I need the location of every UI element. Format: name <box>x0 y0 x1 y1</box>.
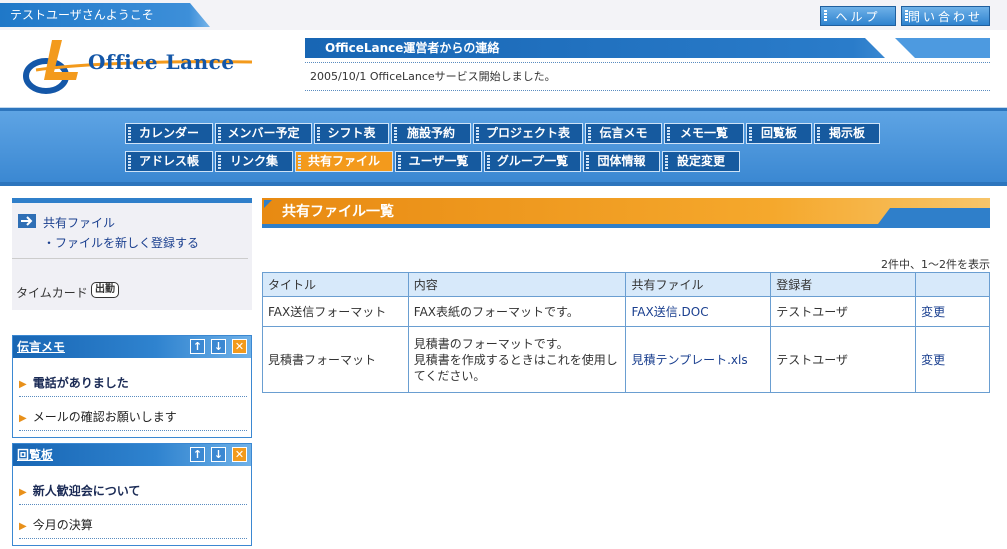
sidebar-register-file-link[interactable]: ・ファイルを新しく登録する <box>43 234 199 251</box>
move-up-icon[interactable]: ↑ <box>190 339 205 354</box>
circular-item[interactable]: ▶ 新人歓迎会について <box>19 482 140 499</box>
notice-divider-top <box>305 62 990 63</box>
memo-divider <box>19 396 247 397</box>
edit-link[interactable]: 変更 <box>915 296 990 327</box>
circular-item-label: 今月の決算 <box>32 518 93 532</box>
memo-divider <box>19 430 247 431</box>
cell-content: 見積書のフォーマットです。 見積書を作成するときはこれを使用してください。 <box>407 326 627 393</box>
nav-address-book[interactable]: アドレス帳 <box>125 151 213 172</box>
welcome-message: テストユーザさんようこそ <box>0 3 210 27</box>
triangle-right-icon: ▶ <box>19 379 27 390</box>
notice-divider-bottom <box>305 90 990 91</box>
triangle-right-icon: ▶ <box>19 413 27 424</box>
cell-owner: テストユーザ <box>770 296 917 327</box>
office-lance-logo[interactable]: Office Lance <box>22 36 262 100</box>
shared-files-table: タイトル 内容 共有ファイル 登録者 FAX送信フォーマット FAX表紙のフォー… <box>262 272 990 393</box>
nav-links[interactable]: リンク集 <box>215 151 293 172</box>
main-nav: カレンダー メンバー予定 シフト表 施設予約 プロジェクト表 伝言メモ メモ一覧… <box>0 108 1007 186</box>
nav-shift[interactable]: シフト表 <box>314 123 389 144</box>
close-icon[interactable]: ✕ <box>232 447 247 462</box>
cell-content: FAX表紙のフォーマットです。 <box>407 296 627 327</box>
notice-text: 2005/10/1 OfficeLanceサービス開始しました。 <box>310 70 556 83</box>
move-down-icon[interactable]: ↓ <box>211 447 226 462</box>
cell-title: FAX送信フォーマット <box>262 296 409 327</box>
column-header-action <box>915 272 990 297</box>
nav-memo[interactable]: 伝言メモ <box>585 123 662 144</box>
nav-calendar[interactable]: カレンダー <box>125 123 213 144</box>
header: Office Lance OfficeLance運営者からの連絡 2005/10… <box>0 30 1007 108</box>
column-header-content: 内容 <box>407 272 627 297</box>
timecard-label: タイムカード <box>16 286 88 300</box>
table-header-row: タイトル 内容 共有ファイル 登録者 <box>262 272 990 297</box>
memo-item[interactable]: ▶ 電話がありました <box>19 374 129 391</box>
memo-item-label: 電話がありました <box>32 376 129 390</box>
circular-panel-title[interactable]: 回覧板 <box>17 448 53 462</box>
nav-shared-files[interactable]: 共有ファイル <box>295 151 393 172</box>
cell-title: 見積書フォーマット <box>262 326 409 393</box>
memo-item[interactable]: ▶ メールの確認お願いします <box>19 408 177 425</box>
nav-bulletin[interactable]: 掲示板 <box>814 123 880 144</box>
notice-title-decoration <box>895 38 990 58</box>
top-bar: テストユーザさんようこそ ヘルプ 問い合わせ <box>0 0 1007 30</box>
result-count: 2件中、1〜2件を表示 <box>881 258 990 271</box>
cell-file-link[interactable]: FAX送信.DOC <box>625 296 772 327</box>
cell-file-link[interactable]: 見積テンプレート.xls <box>625 326 772 393</box>
nav-circular[interactable]: 回覧板 <box>746 123 812 144</box>
nav-memo-list[interactable]: メモ一覧 <box>664 123 744 144</box>
sidebar-accent-bar <box>12 198 252 203</box>
nav-settings[interactable]: 設定変更 <box>662 151 740 172</box>
column-header-title: タイトル <box>262 272 409 297</box>
circular-divider <box>19 538 247 539</box>
triangle-right-icon: ▶ <box>19 487 27 498</box>
help-button[interactable]: ヘルプ <box>820 6 896 26</box>
circular-panel-header: 回覧板 ↑ ↓ ✕ <box>13 444 251 466</box>
memo-panel: 伝言メモ ↑ ↓ ✕ ▶ 電話がありました ▶ メールの確認お願いします <box>12 335 252 438</box>
arrow-right-icon <box>18 214 36 228</box>
nav-organization-info[interactable]: 団体情報 <box>583 151 660 172</box>
nav-member-schedule[interactable]: メンバー予定 <box>215 123 312 144</box>
nav-facility-reservation[interactable]: 施設予約 <box>391 123 471 144</box>
sidebar-divider <box>12 258 248 259</box>
notice-title: OfficeLance運営者からの連絡 <box>305 38 885 58</box>
nav-group-list[interactable]: グループ一覧 <box>484 151 581 172</box>
nav-user-list[interactable]: ユーザ一覧 <box>395 151 482 172</box>
contact-button[interactable]: 問い合わせ <box>901 6 990 26</box>
column-header-owner: 登録者 <box>770 272 917 297</box>
circular-item-label: 新人歓迎会について <box>32 484 141 498</box>
sidebar-menu: 共有ファイル ・ファイルを新しく登録する タイムカード 出勤 <box>12 198 252 310</box>
memo-item-label: メールの確認お願いします <box>32 410 177 424</box>
table-row: FAX送信フォーマット FAX表紙のフォーマットです。 FAX送信.DOC テス… <box>262 296 990 327</box>
logo-text: Office Lance <box>88 50 235 74</box>
page-title-decoration <box>875 208 990 228</box>
triangle-right-icon: ▶ <box>19 521 27 532</box>
sidebar-shared-files-link[interactable]: 共有ファイル <box>43 214 115 231</box>
punch-in-button[interactable]: 出勤 <box>91 282 119 298</box>
move-down-icon[interactable]: ↓ <box>211 339 226 354</box>
column-header-file: 共有ファイル <box>625 272 772 297</box>
move-up-icon[interactable]: ↑ <box>190 447 205 462</box>
circular-panel: 回覧板 ↑ ↓ ✕ ▶ 新人歓迎会について ▶ 今月の決算 <box>12 443 252 546</box>
cell-owner: テストユーザ <box>770 326 917 393</box>
nav-project[interactable]: プロジェクト表 <box>473 123 583 144</box>
memo-panel-title[interactable]: 伝言メモ <box>17 340 65 354</box>
table-row: 見積書フォーマット 見積書のフォーマットです。 見積書を作成するときはこれを使用… <box>262 326 990 393</box>
edit-link[interactable]: 変更 <box>915 326 990 393</box>
circular-item[interactable]: ▶ 今月の決算 <box>19 516 93 533</box>
close-icon[interactable]: ✕ <box>232 339 247 354</box>
circular-divider <box>19 504 247 505</box>
memo-panel-header: 伝言メモ ↑ ↓ ✕ <box>13 336 251 358</box>
